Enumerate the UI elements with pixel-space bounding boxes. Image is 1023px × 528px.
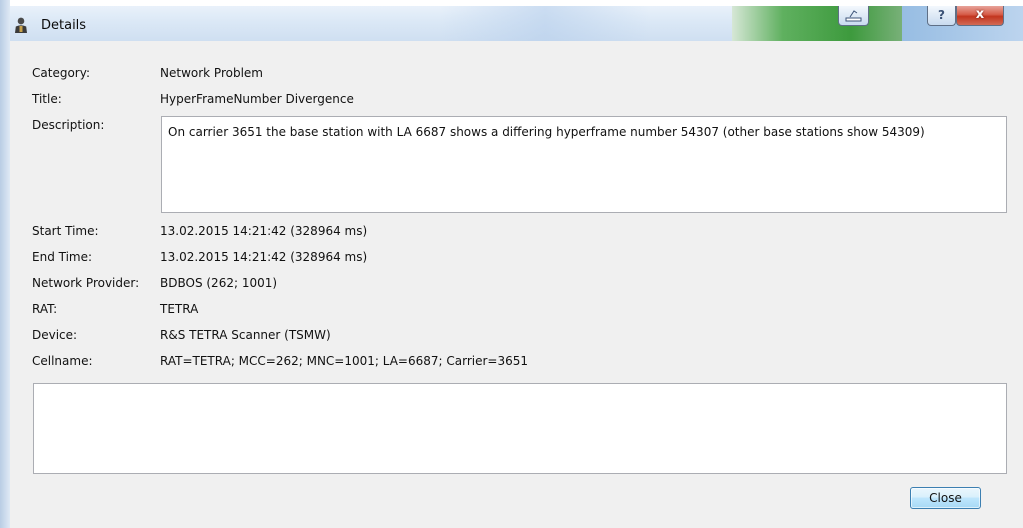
details-dialog: Details ? x Category: Network Problem Ti… xyxy=(10,6,1023,528)
title-bar-glass xyxy=(732,6,902,41)
description-field[interactable]: On carrier 3651 the base station with LA… xyxy=(161,116,1007,213)
rat-label: RAT: xyxy=(32,302,58,316)
description-label: Description: xyxy=(32,118,105,132)
device-label: Device: xyxy=(32,328,78,342)
network-provider-label: Network Provider: xyxy=(32,276,140,290)
person-icon xyxy=(15,17,27,33)
window-title: Details xyxy=(41,18,87,33)
notes-textarea[interactable] xyxy=(33,383,1007,474)
title-label: Title: xyxy=(32,92,62,106)
device-value: R&S TETRA Scanner (TSMW) xyxy=(160,328,331,342)
background-window-edge xyxy=(0,0,10,528)
window-close-button[interactable]: x xyxy=(956,6,1004,26)
category-label: Category: xyxy=(32,66,90,80)
end-time-value: 13.02.2015 14:21:42 (328964 ms) xyxy=(160,250,368,264)
cellname-label: Cellname: xyxy=(32,354,93,368)
minimize-button[interactable] xyxy=(838,6,869,26)
start-time-value: 13.02.2015 14:21:42 (328964 ms) xyxy=(160,224,368,238)
title-bar-glass xyxy=(440,6,650,41)
minimize-icon xyxy=(845,10,862,22)
end-time-label: End Time: xyxy=(32,250,93,264)
network-provider-value: BDBOS (262; 1001) xyxy=(160,276,278,290)
start-time-label: Start Time: xyxy=(32,224,99,238)
help-icon: ? xyxy=(938,8,945,22)
title-bar[interactable]: Details ? x xyxy=(10,6,1023,41)
close-icon: x xyxy=(975,7,985,22)
category-value: Network Problem xyxy=(160,66,263,80)
cellname-value: RAT=TETRA; MCC=262; MNC=1001; LA=6687; C… xyxy=(160,354,529,368)
rat-value: TETRA xyxy=(160,302,199,316)
help-button[interactable]: ? xyxy=(927,6,956,26)
close-button[interactable]: Close xyxy=(910,487,981,509)
title-value: HyperFrameNumber Divergence xyxy=(160,92,354,106)
